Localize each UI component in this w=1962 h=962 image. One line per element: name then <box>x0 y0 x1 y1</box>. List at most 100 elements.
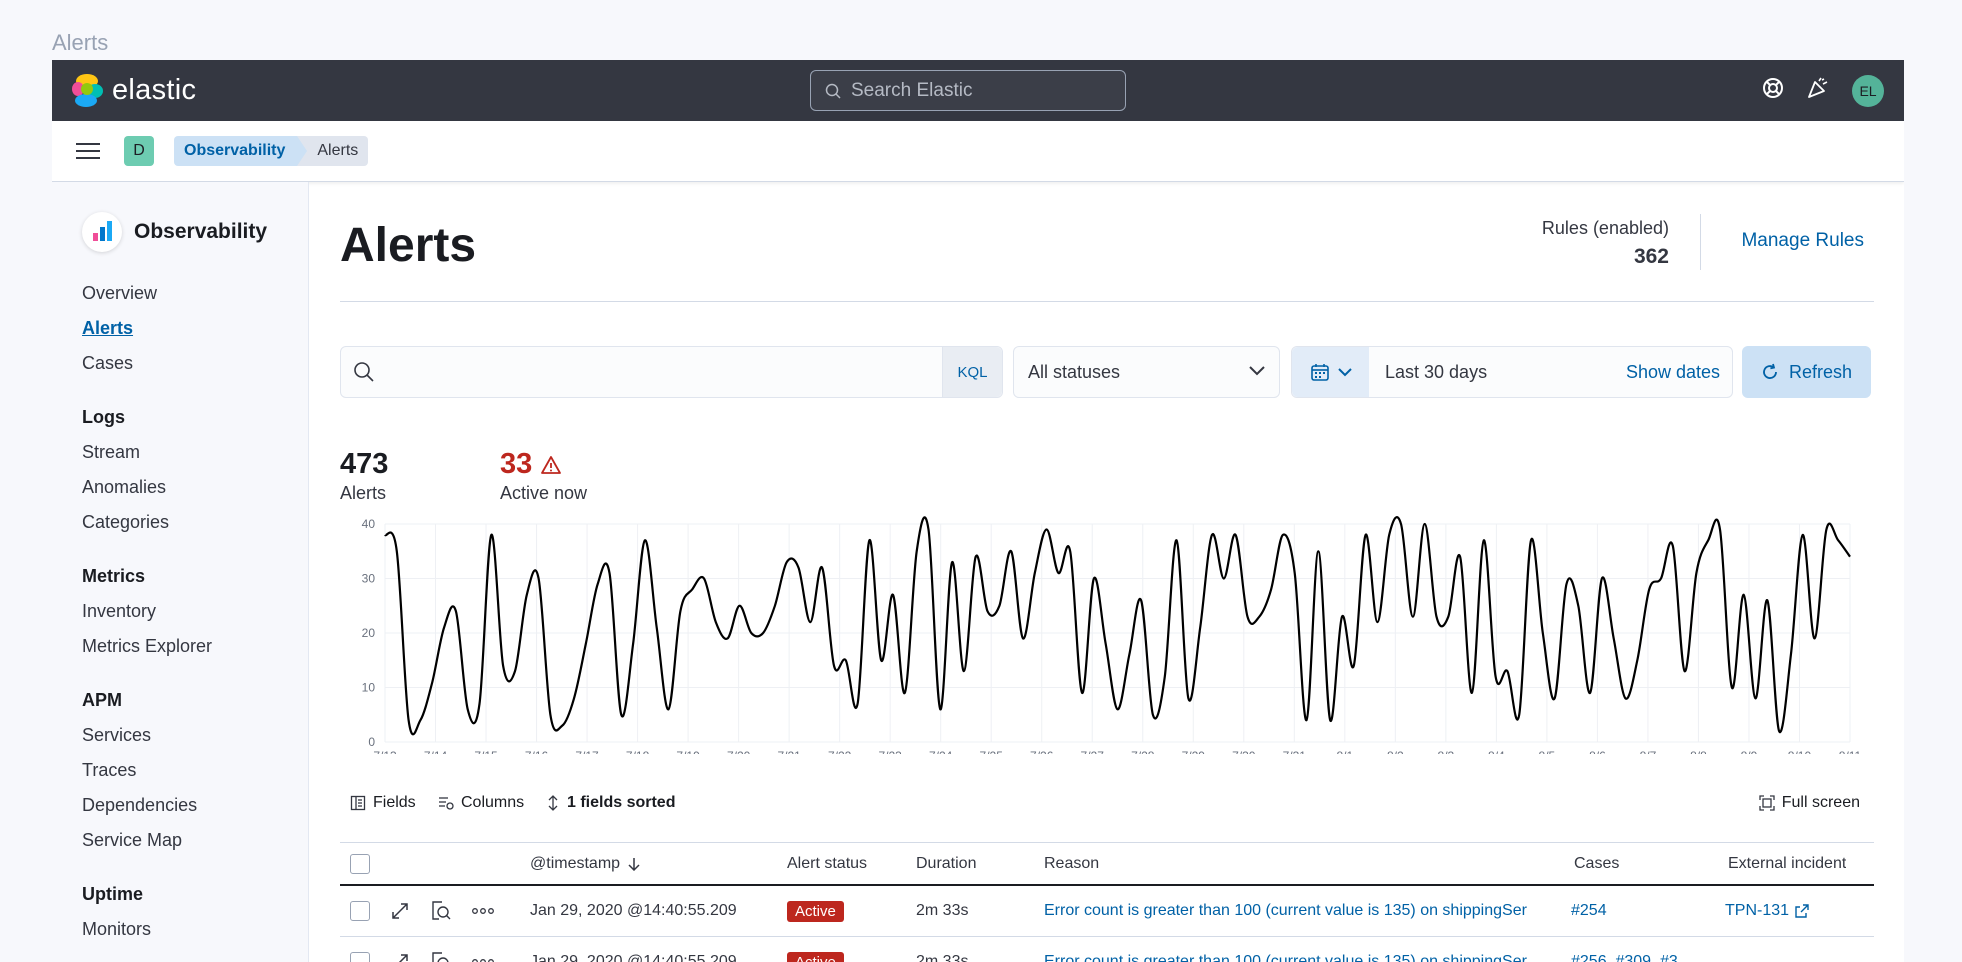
column-header-timestamp[interactable]: @timestamp <box>530 843 640 884</box>
chevron-down-icon <box>1337 368 1352 377</box>
query-search-input[interactable]: KQL <box>340 346 1003 398</box>
refresh-button[interactable]: Refresh <box>1742 346 1871 398</box>
table-row[interactable]: Jan 29, 2020 @14:40:55.209 Active 2m 33s… <box>340 937 1874 962</box>
investigate-icon[interactable] <box>430 886 452 936</box>
help-icon[interactable] <box>1762 77 1784 104</box>
full-screen-button[interactable]: Full screen <box>1759 794 1860 812</box>
x-tick-label: 7/30 <box>1232 749 1256 754</box>
quick-select-button[interactable] <box>1292 347 1369 397</box>
columns-button[interactable]: Columns <box>438 794 524 812</box>
y-tick-label: 30 <box>362 572 376 586</box>
row-cases-link[interactable]: #256, #309, #3 <box>1571 937 1678 962</box>
sort-label: 1 fields sorted <box>567 794 676 811</box>
x-tick-label: 8/10 <box>1788 749 1812 754</box>
row-reason-link[interactable]: Error count is greater than 100 (current… <box>1044 886 1554 936</box>
row-timestamp: Jan 29, 2020 @14:40:55.209 <box>530 953 737 962</box>
x-tick-label: 7/14 <box>424 749 448 754</box>
x-tick-label: 7/17 <box>575 749 599 754</box>
manage-rules-link[interactable]: Manage Rules <box>1741 230 1864 252</box>
sidebar-item-cases[interactable]: Cases <box>82 346 308 381</box>
table-toolbar: Fields Columns 1 fields sorted Full scre… <box>340 794 1874 820</box>
alerts-table: @timestamp Alert status Duration Reason … <box>340 842 1874 962</box>
sidebar-item-anomalies[interactable]: Anomalies <box>82 470 308 505</box>
more-actions-icon[interactable] <box>472 886 494 936</box>
column-header-external-incident[interactable]: External incident <box>1728 843 1846 884</box>
date-range-text[interactable]: Last 30 days <box>1385 362 1487 383</box>
row-cases-link[interactable]: #254 <box>1571 886 1607 936</box>
sidebar-item-traces[interactable]: Traces <box>82 753 308 788</box>
sidebar-title: Observability <box>134 220 268 243</box>
columns-icon <box>439 797 454 810</box>
user-avatar[interactable]: EL <box>1852 74 1884 107</box>
investigate-icon[interactable] <box>430 937 452 962</box>
column-header-duration[interactable]: Duration <box>916 843 976 884</box>
sidebar-item-alerts[interactable]: Alerts <box>82 311 308 346</box>
global-header: elastic Search Elastic EL <box>52 60 1904 121</box>
external-link-icon <box>1795 904 1809 918</box>
sort-icon <box>548 795 558 811</box>
space-avatar[interactable]: D <box>124 136 154 166</box>
rules-enabled-stat: Rules (enabled) 362 <box>1542 218 1669 269</box>
sidebar-item-inventory[interactable]: Inventory <box>82 594 308 629</box>
x-tick-label: 7/16 <box>525 749 549 754</box>
x-tick-label: 7/29 <box>1182 749 1206 754</box>
x-tick-label: 7/15 <box>474 749 498 754</box>
sidebar-item-service-map[interactable]: Service Map <box>82 823 308 858</box>
x-tick-label: 8/9 <box>1741 749 1758 754</box>
sidebar-item-overview[interactable]: Overview <box>82 276 308 311</box>
row-incident-link[interactable]: TPN-131 <box>1725 886 1809 936</box>
fields-button[interactable]: Fields <box>350 794 416 812</box>
sidebar-item-services[interactable]: Services <box>82 718 308 753</box>
fields-icon <box>350 795 366 811</box>
y-tick-label: 40 <box>362 517 376 531</box>
global-search-input[interactable]: Search Elastic <box>810 70 1126 111</box>
sidebar-item-dependencies[interactable]: Dependencies <box>82 788 308 823</box>
column-header-cases[interactable]: Cases <box>1574 843 1619 884</box>
column-header-alert-status[interactable]: Alert status <box>787 843 867 884</box>
observability-logo-icon <box>82 212 122 252</box>
x-tick-label: 7/13 <box>373 749 397 754</box>
sidebar-item-metrics-explorer[interactable]: Metrics Explorer <box>82 629 308 664</box>
x-tick-label: 8/1 <box>1336 749 1353 754</box>
expand-icon[interactable] <box>390 937 410 962</box>
status-select[interactable]: All statuses <box>1013 346 1280 398</box>
news-feed-icon[interactable] <box>1806 76 1830 105</box>
row-checkbox[interactable] <box>350 952 370 962</box>
x-tick-label: 7/26 <box>1030 749 1054 754</box>
sidebar-item-categories[interactable]: Categories <box>82 505 308 540</box>
elastic-logo[interactable]: elastic <box>72 73 196 108</box>
filter-bar: KQL All statuses Last 30 days Show dates… <box>340 346 1874 398</box>
expand-icon[interactable] <box>390 886 410 936</box>
select-all-checkbox[interactable] <box>350 853 370 874</box>
breadcrumb-bar: D Observability Alerts <box>52 121 1904 182</box>
full-screen-label: Full screen <box>1781 794 1860 811</box>
row-incident-label: TPN-131 <box>1725 902 1790 919</box>
more-actions-icon[interactable] <box>472 937 494 962</box>
alerts-over-time-chart: 0 10 20 30 40 7/13 7/14 7/15 7/16 7/17 7/18 7/19 7/2… <box>362 516 1862 754</box>
y-tick-label: 0 <box>368 735 375 749</box>
breadcrumb-observability[interactable]: Observability <box>174 136 308 166</box>
x-tick-label: 7/27 <box>1081 749 1105 754</box>
row-reason-link[interactable]: Error count is greater than 100 (current… <box>1044 937 1554 962</box>
breadcrumb-alerts: Alerts <box>297 136 369 166</box>
status-select-value: All statuses <box>1028 361 1121 382</box>
header-divider <box>1700 214 1701 270</box>
status-badge: Active <box>787 951 844 962</box>
alerts-count-stat: 473 Alerts <box>340 448 388 504</box>
row-checkbox[interactable] <box>350 901 370 921</box>
rules-enabled-count: 362 <box>1633 245 1669 268</box>
sidebar-item-stream[interactable]: Stream <box>82 435 308 470</box>
x-tick-label: 8/4 <box>1488 749 1505 754</box>
alerts-count-label: Alerts <box>340 483 387 503</box>
x-tick-label: 7/19 <box>676 749 700 754</box>
sort-button[interactable]: 1 fields sorted <box>546 794 675 812</box>
table-row[interactable]: Jan 29, 2020 @14:40:55.209 Active 2m 33s… <box>340 886 1874 937</box>
menu-toggle-icon[interactable] <box>76 138 100 164</box>
x-tick-label: 8/6 <box>1589 749 1606 754</box>
sidebar-item-monitors[interactable]: Monitors <box>82 912 308 947</box>
kql-toggle-button[interactable]: KQL <box>942 347 1002 397</box>
x-tick-label: 7/18 <box>626 749 650 754</box>
column-header-reason[interactable]: Reason <box>1044 843 1099 884</box>
y-tick-label: 10 <box>362 681 376 695</box>
show-dates-link[interactable]: Show dates <box>1626 362 1720 383</box>
